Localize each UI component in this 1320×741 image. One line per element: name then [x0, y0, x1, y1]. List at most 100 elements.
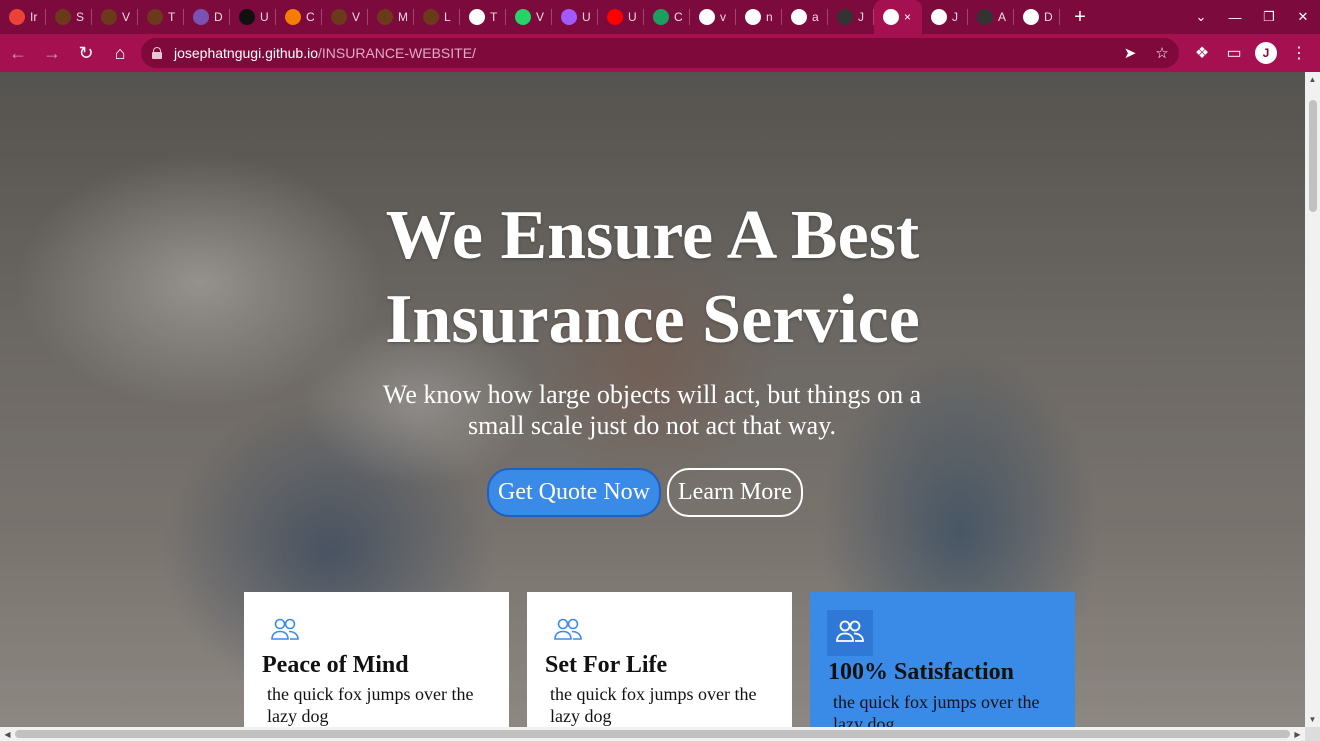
- minimize-icon[interactable]: —: [1218, 0, 1252, 34]
- browser-tab[interactable]: D: [184, 0, 230, 34]
- menu-kebab-icon[interactable]: ⋮: [1283, 34, 1315, 72]
- tab-strip: Ir S V T D U C V M L T V U U Cv n a J × J A D +: [0, 0, 1320, 34]
- browser-tab[interactable]: J: [828, 0, 874, 34]
- tab-title: S: [76, 10, 85, 24]
- google-icon: [791, 9, 807, 25]
- browser-tab[interactable]: A: [968, 0, 1014, 34]
- bootstrap-icon: [193, 9, 209, 25]
- browser-tab[interactable]: U: [552, 0, 598, 34]
- bookmark-star-icon[interactable]: ☆: [1147, 38, 1177, 68]
- feature-text: the quick fox jumps over the lazy dog: [267, 684, 474, 726]
- browser-tab[interactable]: C: [644, 0, 690, 34]
- browser-tab[interactable]: T: [460, 0, 506, 34]
- tab-title: V: [536, 10, 545, 24]
- icon-box: [827, 610, 873, 656]
- figma-icon: [561, 9, 577, 25]
- tree-icon: [55, 9, 71, 25]
- browser-tab[interactable]: V: [322, 0, 368, 34]
- url-path: /INSURANCE-WEBSITE/: [318, 45, 476, 61]
- tab-title: M: [398, 10, 408, 24]
- browser-tab[interactable]: J: [922, 0, 968, 34]
- lock-icon[interactable]: [152, 47, 162, 59]
- back-icon[interactable]: ←: [2, 37, 34, 69]
- browser-tab[interactable]: a: [782, 0, 828, 34]
- browser-tab[interactable]: Ir: [0, 0, 46, 34]
- address-bar[interactable]: josephatngugi.github.io/INSURANCE-WEBSIT…: [141, 38, 1179, 68]
- send-icon[interactable]: ➤: [1115, 38, 1145, 68]
- browser-tab[interactable]: D: [1014, 0, 1060, 34]
- feature-card-set-for-life: Set For Life the quick fox jumps over th…: [527, 592, 792, 727]
- tab-search-icon[interactable]: ⌄: [1184, 0, 1218, 34]
- feature-text: the quick fox jumps over the lazy dog: [833, 692, 1040, 727]
- browser-tab[interactable]: C: [276, 0, 322, 34]
- tab-title: U: [628, 10, 637, 24]
- scroll-down-icon[interactable]: ▼: [1305, 712, 1320, 727]
- hero-title-line2: Insurance Service: [385, 281, 920, 358]
- users-icon: [554, 618, 582, 640]
- browser-tab[interactable]: n: [736, 0, 782, 34]
- horizontal-scrollbar[interactable]: ◀ ▶: [0, 727, 1305, 741]
- youtube-icon: [607, 9, 623, 25]
- tab-title: D: [1044, 10, 1053, 24]
- learn-more-button[interactable]: Learn More: [667, 468, 803, 517]
- tab-title: T: [168, 10, 176, 24]
- cast-icon[interactable]: ▭: [1218, 34, 1250, 72]
- url-text[interactable]: josephatngugi.github.io/INSURANCE-WEBSIT…: [174, 45, 476, 61]
- tree-icon: [331, 9, 347, 25]
- browser-tab-active[interactable]: ×: [874, 0, 922, 34]
- browser-tab[interactable]: S: [46, 0, 92, 34]
- feature-card-peace-of-mind: Peace of Mind the quick fox jumps over t…: [244, 592, 509, 727]
- tab-title: a: [812, 10, 819, 24]
- restore-icon[interactable]: ❐: [1252, 0, 1286, 34]
- browser-tab[interactable]: V: [506, 0, 552, 34]
- url-host: josephatngugi.github.io: [174, 45, 319, 61]
- vertical-scrollbar[interactable]: ▲ ▼: [1305, 72, 1320, 727]
- get-quote-button[interactable]: Get Quote Now: [487, 468, 661, 517]
- github-icon: [837, 9, 853, 25]
- globe-icon: [883, 9, 899, 25]
- tag-icon: [239, 9, 255, 25]
- avatar: J: [1255, 42, 1277, 64]
- hero-title-line1: We Ensure A Best: [385, 197, 920, 274]
- globe-icon: [469, 9, 485, 25]
- horizontal-scroll-thumb[interactable]: [15, 730, 1290, 738]
- tab-title: J: [858, 10, 864, 24]
- scrollbar-corner: [1305, 727, 1320, 741]
- extensions-icon[interactable]: ❖: [1186, 34, 1218, 72]
- profile-button[interactable]: J: [1250, 34, 1282, 72]
- window-controls: ⌄ — ❐ ✕: [1184, 0, 1320, 34]
- browser-tab[interactable]: U: [230, 0, 276, 34]
- close-tab-icon[interactable]: ×: [904, 10, 911, 24]
- browser-tab[interactable]: v: [690, 0, 736, 34]
- browser-tab[interactable]: M: [368, 0, 414, 34]
- scroll-right-icon[interactable]: ▶: [1290, 727, 1305, 741]
- hero-buttons: Get Quote Now Learn More: [0, 468, 1305, 517]
- reload-icon[interactable]: ↻: [70, 37, 102, 69]
- feature-title: Peace of Mind: [262, 652, 409, 678]
- tab-title: C: [674, 10, 683, 24]
- browser-tab[interactable]: U: [598, 0, 644, 34]
- home-icon[interactable]: ⌂: [104, 37, 136, 69]
- forward-icon[interactable]: →: [36, 37, 68, 69]
- tab-title: L: [444, 10, 451, 24]
- close-window-icon[interactable]: ✕: [1286, 0, 1320, 34]
- hero-title: We Ensure A Best Insurance Service: [0, 194, 1305, 362]
- browser-tab[interactable]: T: [138, 0, 184, 34]
- scroll-left-icon[interactable]: ◀: [0, 727, 15, 741]
- vertical-scroll-thumb[interactable]: [1309, 100, 1317, 212]
- blogger-icon: [285, 9, 301, 25]
- new-tab-button[interactable]: +: [1060, 0, 1100, 34]
- tab-title: T: [490, 10, 498, 24]
- feature-card-satisfaction: 100% Satisfaction the quick fox jumps ov…: [810, 592, 1075, 727]
- gmail-icon: [9, 9, 25, 25]
- scroll-up-icon[interactable]: ▲: [1305, 72, 1320, 87]
- browser-tab[interactable]: L: [414, 0, 460, 34]
- tab-title: V: [352, 10, 361, 24]
- tab-title: Ir: [30, 10, 38, 24]
- tab-title: v: [720, 10, 726, 24]
- users-icon: [836, 620, 864, 642]
- tab-title: U: [582, 10, 591, 24]
- browser-tab[interactable]: V: [92, 0, 138, 34]
- github-icon: [977, 9, 993, 25]
- globe-icon: [1023, 9, 1039, 25]
